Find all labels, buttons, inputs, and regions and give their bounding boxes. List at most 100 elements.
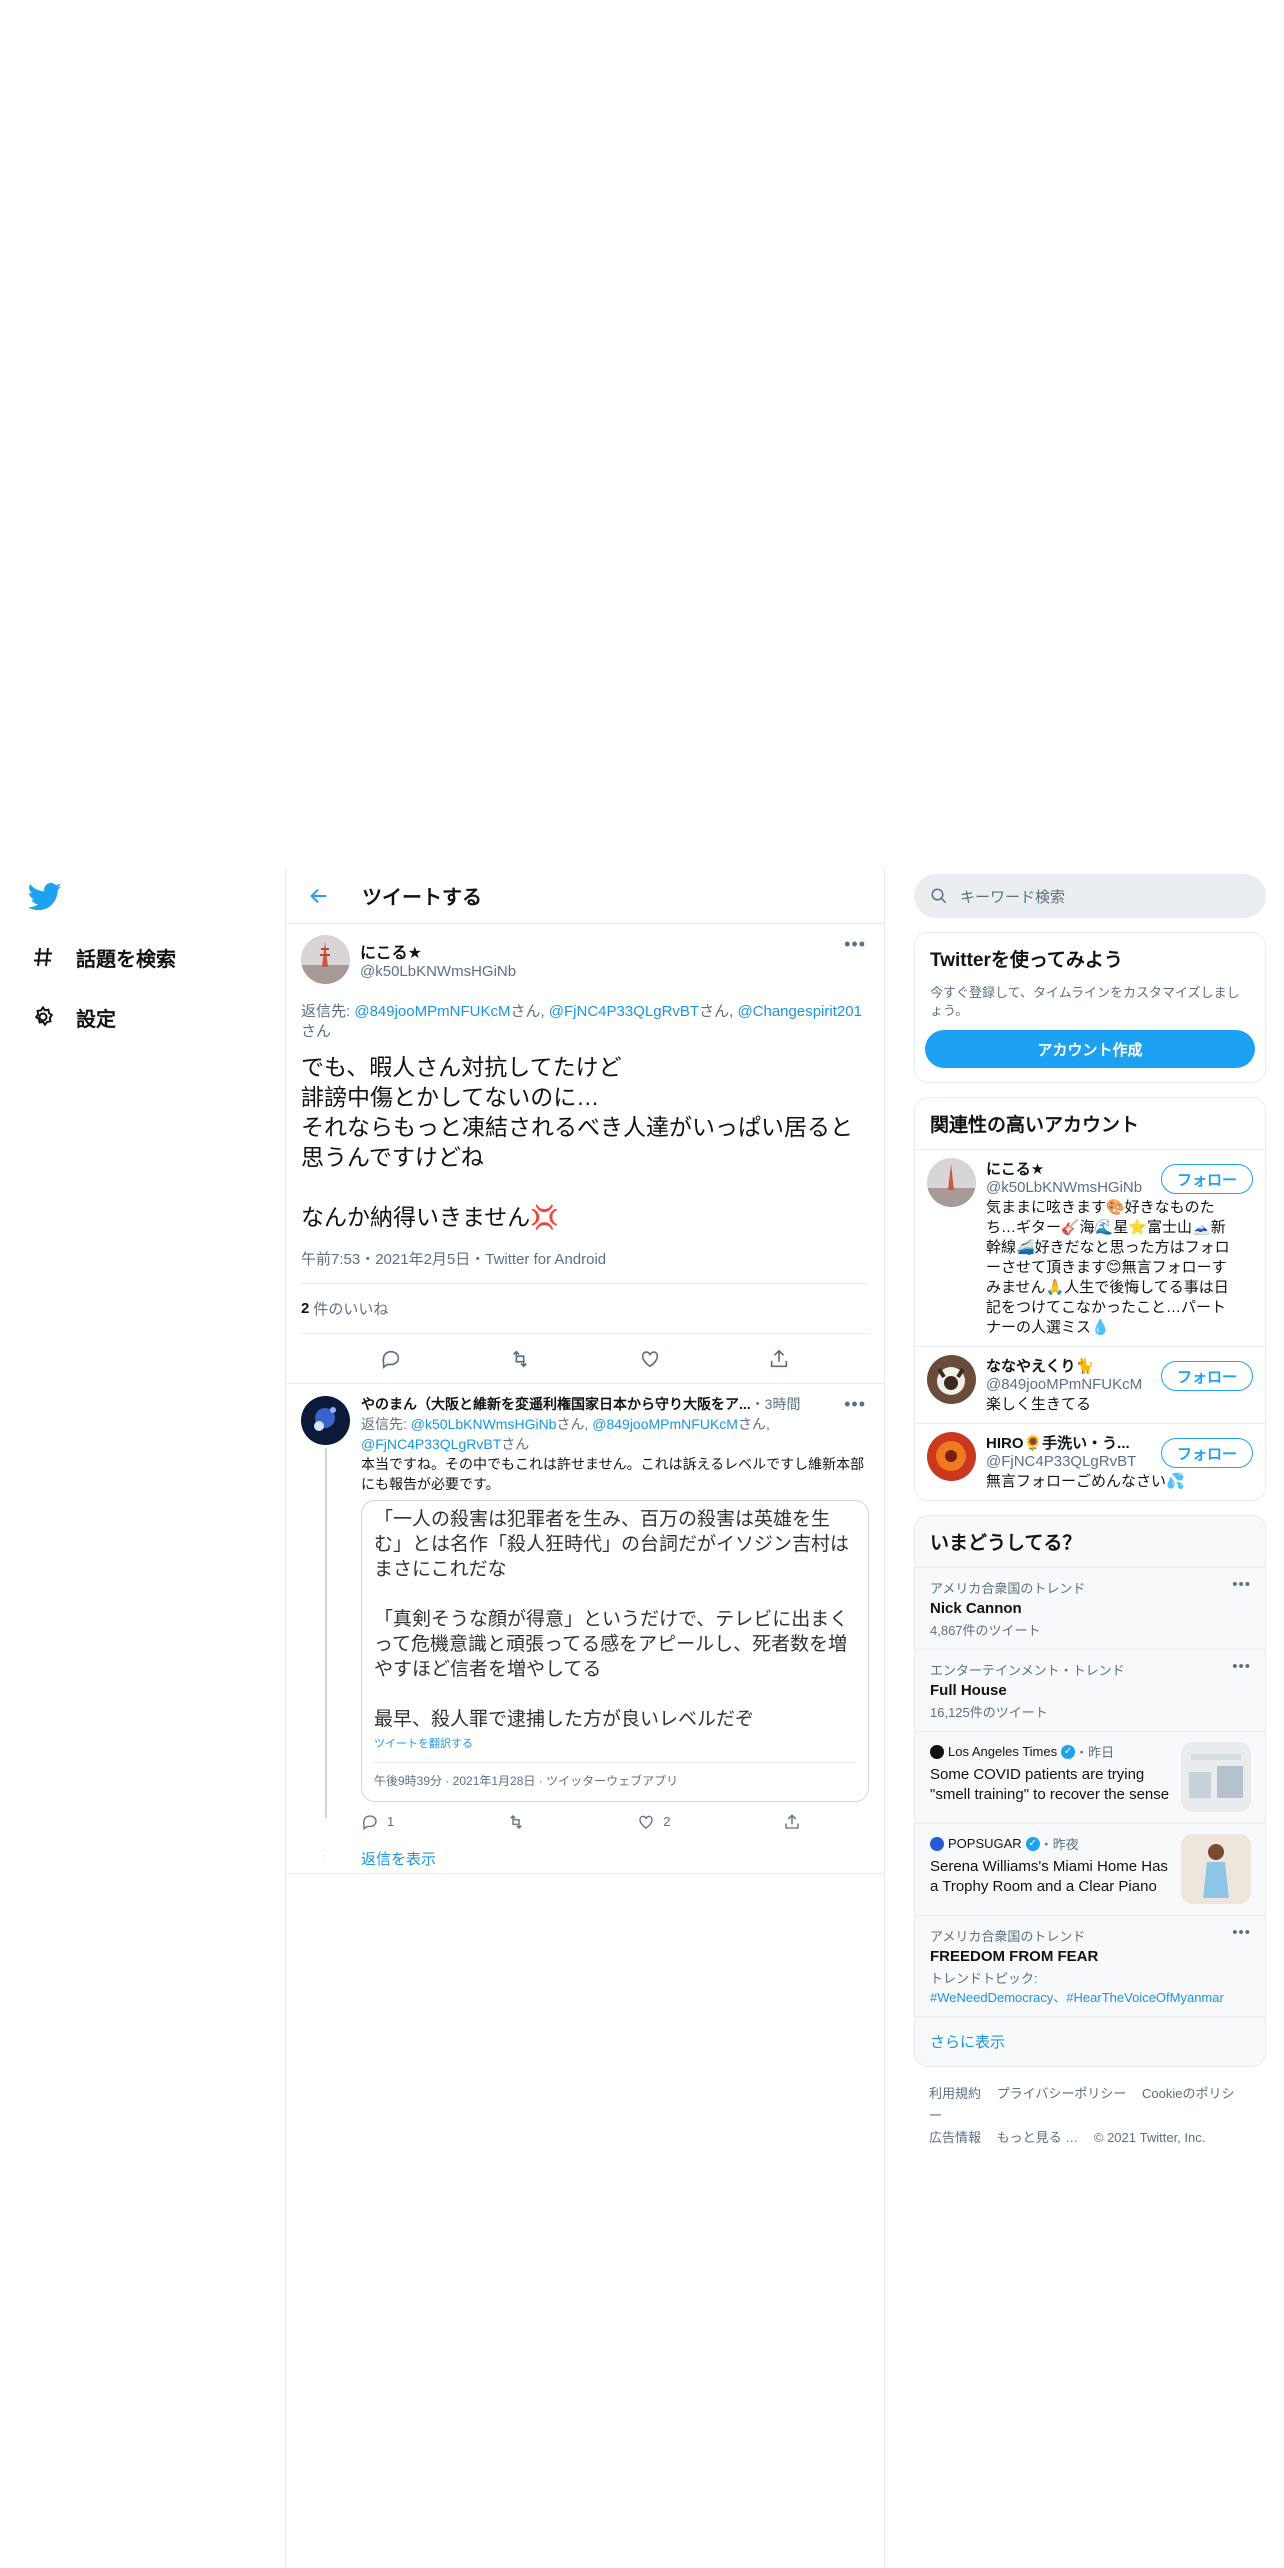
follow-button[interactable]: フォロー (1161, 1361, 1253, 1391)
twitter-logo-icon[interactable] (27, 882, 62, 912)
account-bio: 気ままに呟きます🎨好きなものたち…ギター🎸海🌊星⭐富士山🗻新幹線🚄好きだなと思っ… (986, 1199, 1230, 1336)
reply-mention[interactable]: @849jooMPmNFUKcM (592, 1416, 738, 1432)
follow-button[interactable]: フォロー (1161, 1164, 1253, 1194)
page-header: ツイートする (286, 868, 884, 924)
signup-card: Twitterを使ってみよう 今すぐ登録して、タイムラインをカスタマイズしましょ… (914, 932, 1266, 1083)
more-options-icon[interactable]: ••• (844, 1394, 866, 1414)
page-title: ツイートする (362, 887, 482, 909)
follow-button[interactable]: フォロー (1161, 1438, 1253, 1468)
nav-explore-label: 話題を検索 (76, 948, 176, 971)
reply-mention[interactable]: @Changespirit201 (737, 1003, 861, 1020)
reply-to-line: 返信先: @k50LbKNWmsHGiNbさん, @849jooMPmNFUKc… (361, 1416, 770, 1452)
reply-to-line: 返信先: @849jooMPmNFUKcMさん, @FjNC4P33QLgRvB… (301, 1003, 862, 1040)
reply-tweet[interactable]: やのまん（大阪と維新を変遥利権国家日本から守り大阪をア... ・3時間 ••• … (286, 1384, 884, 1874)
news-item[interactable]: Los Angeles Times ✓ ・昨日 Some COVID patie… (915, 1731, 1265, 1823)
quoted-meta: 午後9時39分 · 2021年1月28日 · ツイッターウェブアプリ (374, 1762, 856, 1791)
show-more-link[interactable]: さらに表示 (915, 2016, 1265, 2066)
avatar[interactable] (927, 1432, 976, 1481)
reply-author-name[interactable]: やのまん（大阪と維新を変遥利権国家日本から守り大阪をア... (361, 1394, 751, 1414)
account-item[interactable]: にこる★ @k50LbKNWmsHGiNb 気ままに呟きます🎨好きなものたち…ギ… (915, 1149, 1265, 1346)
translate-link[interactable]: ツイートを翻訳する (374, 1734, 856, 1754)
trend-item[interactable]: アメリカ合衆国のトレンド Nick Cannon 4,867件のツイート ••• (915, 1567, 1265, 1649)
account-bio: 無言フォローごめんなさい💦 (986, 1473, 1185, 1490)
footer-link[interactable]: 利用規約 (929, 2086, 981, 2101)
reply-count: 1 (387, 1814, 395, 1829)
news-time: ・昨夜 (1039, 1837, 1079, 1852)
footer-link[interactable]: プライバシーポリシー (997, 2086, 1127, 2101)
more-options-icon[interactable]: ••• (1232, 1576, 1251, 1593)
account-name[interactable]: HIRO🌻手洗い・う... (986, 1432, 1146, 1453)
like-icon (639, 1815, 653, 1829)
trend-topics[interactable]: #WeNeedDemocracy、#HearTheVoiceOfMyanmar (930, 1987, 1250, 2006)
reply-text: 本当ですね。その中でもこれは許せません。これは訴えるレベルですし維新本部にも報告… (361, 1456, 865, 1492)
related-accounts-card: 関連性の高いアカウント にこる★ @k50LbKNWmsHGiNb 気ままに呟き… (914, 1097, 1266, 1501)
search-input[interactable]: キーワード検索 (914, 874, 1266, 918)
account-name[interactable]: ななやえくり🐈 (986, 1355, 1146, 1376)
more-options-icon[interactable]: ••• (1232, 1658, 1251, 1675)
hashtag-icon (28, 942, 58, 972)
avatar[interactable] (301, 934, 350, 984)
retweet-button[interactable] (507, 1812, 525, 1832)
trend-name: Nick Cannon (930, 1600, 1022, 1617)
copyright: © 2021 Twitter, Inc. (1093, 2130, 1206, 2145)
reply-mention[interactable]: @FjNC4P33QLgRvBT (549, 1003, 699, 1020)
like-label: 件のいいね (313, 1301, 389, 1318)
author-handle[interactable]: @k50LbKNWmsHGiNb (360, 963, 516, 980)
author-name[interactable]: にこる★ (360, 939, 516, 963)
account-bio: 楽しく生きてる (986, 1396, 1092, 1413)
right-sidebar: キーワード検索 Twitterを使ってみよう 今すぐ登録して、タイムラインをカス… (914, 874, 1266, 2149)
thread-dots: · · · (322, 1842, 326, 1868)
news-headline: Serena Williams's Miami Home Has a Troph… (930, 1858, 1168, 1895)
reply-button[interactable]: 1 (361, 1812, 394, 1832)
more-options-icon[interactable]: ••• (1232, 1924, 1251, 1941)
trend-context: アメリカ合衆国のトレンド (930, 1581, 1086, 1596)
news-headline: Some COVID patients are trying "smell tr… (930, 1766, 1170, 1803)
create-account-button[interactable]: アカウント作成 (925, 1030, 1255, 1068)
trends-card: いまどうしてる？ アメリカ合衆国のトレンド Nick Cannon 4,867件… (914, 1515, 1266, 2067)
nav-explore[interactable]: 話題を検索 (28, 940, 176, 974)
footer-link[interactable]: 広告情報 (929, 2130, 981, 2145)
trends-title: いまどうしてる？ (930, 1533, 1082, 1554)
reply-icon (362, 1815, 377, 1831)
nav-settings[interactable]: 設定 (28, 1000, 116, 1034)
nav-settings-label: 設定 (76, 1008, 116, 1031)
more-options-icon[interactable]: ••• (844, 934, 866, 955)
signup-text: 今すぐ登録して、タイムラインをカスタマイズしましょう。 (930, 985, 1240, 1018)
search-placeholder: キーワード検索 (960, 888, 1066, 906)
reply-mention[interactable]: @849jooMPmNFUKcM (354, 1003, 510, 1020)
footer-link[interactable]: もっと見る … (997, 2130, 1079, 2145)
news-item[interactable]: POPSUGAR ✓ ・昨夜 Serena Williams's Miami H… (915, 1823, 1265, 1915)
avatar[interactable] (927, 1355, 976, 1404)
show-replies-link[interactable]: 返信を表示 (361, 1848, 436, 1869)
like-count-row[interactable]: 2 件のいいね (301, 1284, 869, 1334)
trend-topic-label: トレンドトピック: (930, 1971, 1038, 1986)
san: さん (501, 1436, 530, 1452)
like-icon[interactable] (635, 1344, 665, 1374)
avatar[interactable] (301, 1396, 350, 1445)
gear-icon (28, 1002, 58, 1032)
trend-item[interactable]: エンターテインメント・トレンド Full House 16,125件のツイート … (915, 1649, 1265, 1731)
account-item[interactable]: HIRO🌻手洗い・う... @FjNC4P33QLgRvBT 無言フォローごめん… (915, 1423, 1265, 1500)
avatar[interactable] (927, 1158, 976, 1207)
reply-mention[interactable]: @FjNC4P33QLgRvBT (361, 1436, 501, 1452)
tweet-meta[interactable]: 午前7:53・2021年2月5日・Twitter for Android (301, 1248, 869, 1284)
tweet-text: でも、暇人さん対抗してたけど 誹謗中傷とかしてないのに… それならもっと凍結され… (301, 1054, 853, 1230)
account-name[interactable]: にこる★ (986, 1158, 1146, 1179)
share-icon[interactable] (764, 1344, 794, 1374)
focused-tweet: にこる★ @k50LbKNWmsHGiNb ••• 返信先: @849jooMP… (286, 924, 884, 1384)
reply-time[interactable]: ・3時間 (751, 1394, 801, 1414)
trend-item[interactable]: アメリカ合衆国のトレンド FREEDOM FROM FEAR トレンドトピック:… (915, 1915, 1265, 2016)
reply-prefix: 返信先: (361, 1416, 411, 1432)
like-button[interactable]: 2 (637, 1812, 670, 1832)
search-icon (930, 887, 948, 905)
news-source: POPSUGAR (948, 1836, 1022, 1851)
quoted-tweet[interactable]: 「一人の殺害は犯罪者を生み、百万の殺害は英雄を生む」とは名作「殺人狂時代」の台詞… (361, 1500, 869, 1802)
reply-icon[interactable] (376, 1344, 406, 1374)
account-item[interactable]: ななやえくり🐈 @849jooMPmNFUKcM 楽しく生きてる フォロー (915, 1346, 1265, 1423)
reply-actions: 1 2 (361, 1812, 801, 1832)
share-button[interactable] (783, 1812, 801, 1832)
back-arrow-icon[interactable] (302, 879, 336, 913)
retweet-icon[interactable] (505, 1344, 535, 1374)
thread-line (325, 1448, 327, 1818)
reply-mention[interactable]: @k50LbKNWmsHGiNb (411, 1416, 557, 1432)
